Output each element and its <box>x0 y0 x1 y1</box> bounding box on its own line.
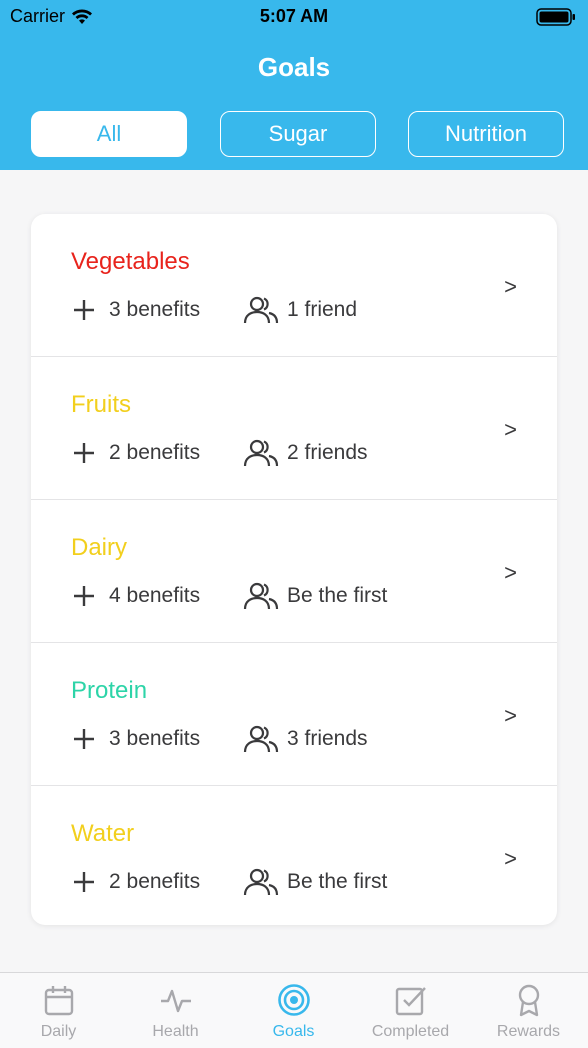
goal-meta: 3 benefits 3 friends <box>71 723 368 755</box>
goal-row[interactable]: Water 2 benefits Be the first > <box>31 786 557 925</box>
bottom-tab-bar: Daily Health Goals Completed Rewards <box>0 972 588 1048</box>
filter-tabs: All Sugar Nutrition <box>0 111 588 159</box>
goal-name: Vegetables <box>71 248 190 275</box>
tabbar-health-label: Health <box>152 1023 199 1040</box>
tabbar-goals-label: Goals <box>272 1023 315 1040</box>
tab-nutrition-label: Nutrition <box>445 121 527 146</box>
target-icon <box>278 984 310 1016</box>
goal-name: Dairy <box>71 534 128 561</box>
goal-name: Fruits <box>71 391 131 418</box>
tabbar-completed[interactable]: Completed <box>352 973 469 1048</box>
friends-icon <box>243 439 279 467</box>
friends-icon <box>243 868 279 896</box>
friends-count: 2 friends <box>287 441 368 464</box>
friends-count: 1 friend <box>287 298 358 321</box>
award-icon <box>518 984 540 1017</box>
friends-icon <box>243 725 279 753</box>
goal-meta: 2 benefits 2 friends <box>71 437 368 469</box>
benefits-count: 3 benefits <box>109 727 201 750</box>
tab-all-label: All <box>96 121 122 146</box>
calendar-icon <box>44 986 74 1016</box>
chevron-right-icon: > <box>504 560 517 585</box>
goals-list: Vegetables 3 benefits 1 friend > Fruits 2 ben… <box>31 214 557 925</box>
tabbar-goals[interactable]: Goals <box>235 973 352 1048</box>
tabbar-daily[interactable]: Daily <box>0 973 117 1048</box>
friends-count: Be the first <box>287 870 388 893</box>
clock: 5:07 AM <box>259 6 329 26</box>
friends-icon <box>243 296 279 324</box>
friends-count: 3 friends <box>287 727 368 750</box>
friends-count: Be the first <box>287 584 388 607</box>
benefits-count: 3 benefits <box>109 298 201 321</box>
checkbox-icon <box>395 987 426 1016</box>
goal-meta: 4 benefits Be the first <box>71 580 387 612</box>
tab-all[interactable]: All <box>31 111 187 157</box>
chevron-right-icon: > <box>504 846 517 871</box>
battery-icon <box>536 8 575 26</box>
benefits-count: 4 benefits <box>109 584 201 607</box>
tabbar-rewards[interactable]: Rewards <box>470 973 587 1048</box>
plus-icon <box>74 300 94 320</box>
plus-icon <box>74 443 94 463</box>
chevron-right-icon: > <box>504 417 517 442</box>
chevron-right-icon: > <box>504 274 517 299</box>
page-title: Goals <box>257 52 331 82</box>
goal-meta: 2 benefits Be the first <box>71 866 387 898</box>
goal-row[interactable]: Protein 3 benefits 3 friends > <box>31 643 557 786</box>
goal-row[interactable]: Fruits 2 benefits 2 friends > <box>31 357 557 500</box>
status-bar: Carrier 5:07 AM <box>0 0 588 34</box>
goal-row[interactable]: Vegetables 3 benefits 1 friend > <box>31 214 557 357</box>
friends-icon <box>243 582 279 610</box>
header-bar: Carrier 5:07 AM Goals All Sugar Nutritio… <box>0 0 588 170</box>
goal-name: Water <box>71 820 135 847</box>
pulse-icon <box>161 989 191 1013</box>
chevron-right-icon: > <box>504 703 517 728</box>
plus-icon <box>74 729 94 749</box>
goal-row[interactable]: Dairy 4 benefits Be the first > <box>31 500 557 643</box>
goal-name: Protein <box>71 677 148 704</box>
tab-nutrition[interactable]: Nutrition <box>408 111 564 157</box>
tabbar-rewards-label: Rewards <box>496 1023 561 1040</box>
tabbar-health[interactable]: Health <box>117 973 234 1048</box>
goal-meta: 3 benefits 1 friend <box>71 294 357 326</box>
tab-sugar[interactable]: Sugar <box>220 111 376 157</box>
tabbar-daily-label: Daily <box>40 1023 77 1040</box>
tab-sugar-label: Sugar <box>268 121 328 146</box>
benefits-count: 2 benefits <box>109 870 201 893</box>
plus-icon <box>74 586 94 606</box>
benefits-count: 2 benefits <box>109 441 201 464</box>
tabbar-completed-label: Completed <box>371 1023 450 1040</box>
plus-icon <box>74 872 94 892</box>
